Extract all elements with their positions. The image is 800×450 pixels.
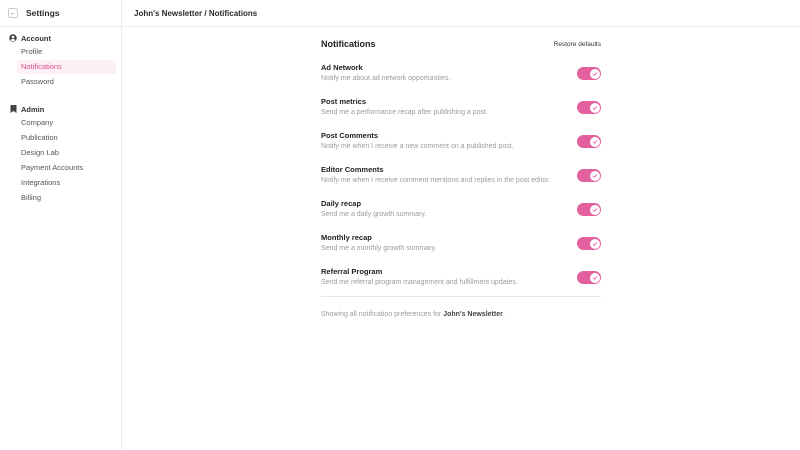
- sidebar-group-label: Account: [0, 31, 121, 45]
- notification-row-post-metrics: Post metrics Send me a performance recap…: [321, 95, 601, 129]
- bookmark-icon: [9, 105, 17, 113]
- check-icon: [589, 204, 600, 215]
- check-icon: [589, 68, 600, 79]
- sidebar-group-label: Admin: [0, 102, 121, 116]
- restore-defaults-button[interactable]: Restore defaults: [554, 41, 601, 48]
- notification-row-ad-network: Ad Network Notify me about ad network op…: [321, 61, 601, 95]
- footer-note: Showing all notification preferences for…: [321, 311, 505, 318]
- sidebar-item-publication[interactable]: Publication: [17, 131, 116, 145]
- row-description: Notify me when I receive comment mention…: [321, 177, 551, 184]
- sidebar-group-admin: Admin Company Publication Design Lab Pay…: [0, 102, 121, 205]
- breadcrumb: John's Newsletter / Notifications: [134, 8, 258, 18]
- sidebar-item-company[interactable]: Company: [17, 116, 116, 130]
- row-title: Monthly recap: [321, 233, 372, 242]
- collapse-sidebar-icon[interactable]: ←: [8, 8, 18, 18]
- user-circle-icon: [9, 34, 17, 42]
- row-title: Ad Network: [321, 63, 363, 72]
- sidebar-item-billing[interactable]: Billing: [17, 191, 116, 205]
- row-description: Send me a performance recap after publis…: [321, 109, 488, 116]
- row-description: Send me referral program management and …: [321, 279, 518, 286]
- check-icon: [589, 272, 600, 283]
- top-bar: John's Newsletter / Notifications: [122, 0, 800, 27]
- row-description: Send me a monthly growth summary.: [321, 245, 437, 252]
- sidebar-header: ← Settings: [0, 0, 121, 27]
- notification-row-post-comments: Post Comments Notify me when I receive a…: [321, 129, 601, 163]
- sidebar-item-integrations[interactable]: Integrations: [17, 176, 116, 190]
- notification-row-daily-recap: Daily recap Send me a daily growth summa…: [321, 197, 601, 231]
- notification-row-monthly-recap: Monthly recap Send me a monthly growth s…: [321, 231, 601, 265]
- sidebar-item-design-lab[interactable]: Design Lab: [17, 146, 116, 160]
- row-description: Notify me about ad network opportunities…: [321, 75, 451, 82]
- notification-list: Ad Network Notify me about ad network op…: [321, 61, 601, 299]
- check-icon: [589, 102, 600, 113]
- row-title: Daily recap: [321, 199, 362, 208]
- referral-program-toggle[interactable]: [577, 271, 601, 284]
- newsletter-name: John's Newsletter: [443, 311, 503, 318]
- sidebar-item-notifications[interactable]: Notifications: [17, 60, 116, 74]
- row-title: Editor Comments: [321, 165, 384, 174]
- sidebar-group-account: Account Profile Notifications Password: [0, 31, 121, 89]
- sidebar-title: Settings: [26, 8, 60, 18]
- ad-network-toggle[interactable]: [577, 67, 601, 80]
- row-title: Post metrics: [321, 97, 367, 106]
- check-icon: [589, 170, 600, 181]
- sidebar-item-payment-accounts[interactable]: Payment Accounts: [17, 161, 116, 175]
- row-description: Send me a daily growth summary.: [321, 211, 427, 218]
- sidebar-item-profile[interactable]: Profile: [17, 45, 116, 59]
- panel-header: Notifications Restore defaults: [321, 37, 601, 51]
- notification-row-referral-program: Referral Program Send me referral progra…: [321, 265, 601, 299]
- sidebar: ← Settings Account Profile Notifications…: [0, 0, 122, 450]
- editor-comments-toggle[interactable]: [577, 169, 601, 182]
- check-icon: [589, 136, 600, 147]
- check-icon: [589, 238, 600, 249]
- notification-row-editor-comments: Editor Comments Notify me when I receive…: [321, 163, 601, 197]
- row-title: Post Comments: [321, 131, 379, 140]
- post-metrics-toggle[interactable]: [577, 101, 601, 114]
- row-description: Notify me when I receive a new comment o…: [321, 143, 514, 150]
- notifications-panel: Notifications Restore defaults Ad Networ…: [321, 37, 601, 318]
- sidebar-item-password[interactable]: Password: [17, 75, 116, 89]
- monthly-recap-toggle[interactable]: [577, 237, 601, 250]
- post-comments-toggle[interactable]: [577, 135, 601, 148]
- page-title: Notifications: [321, 39, 376, 49]
- daily-recap-toggle[interactable]: [577, 203, 601, 216]
- row-title: Referral Program: [321, 267, 383, 276]
